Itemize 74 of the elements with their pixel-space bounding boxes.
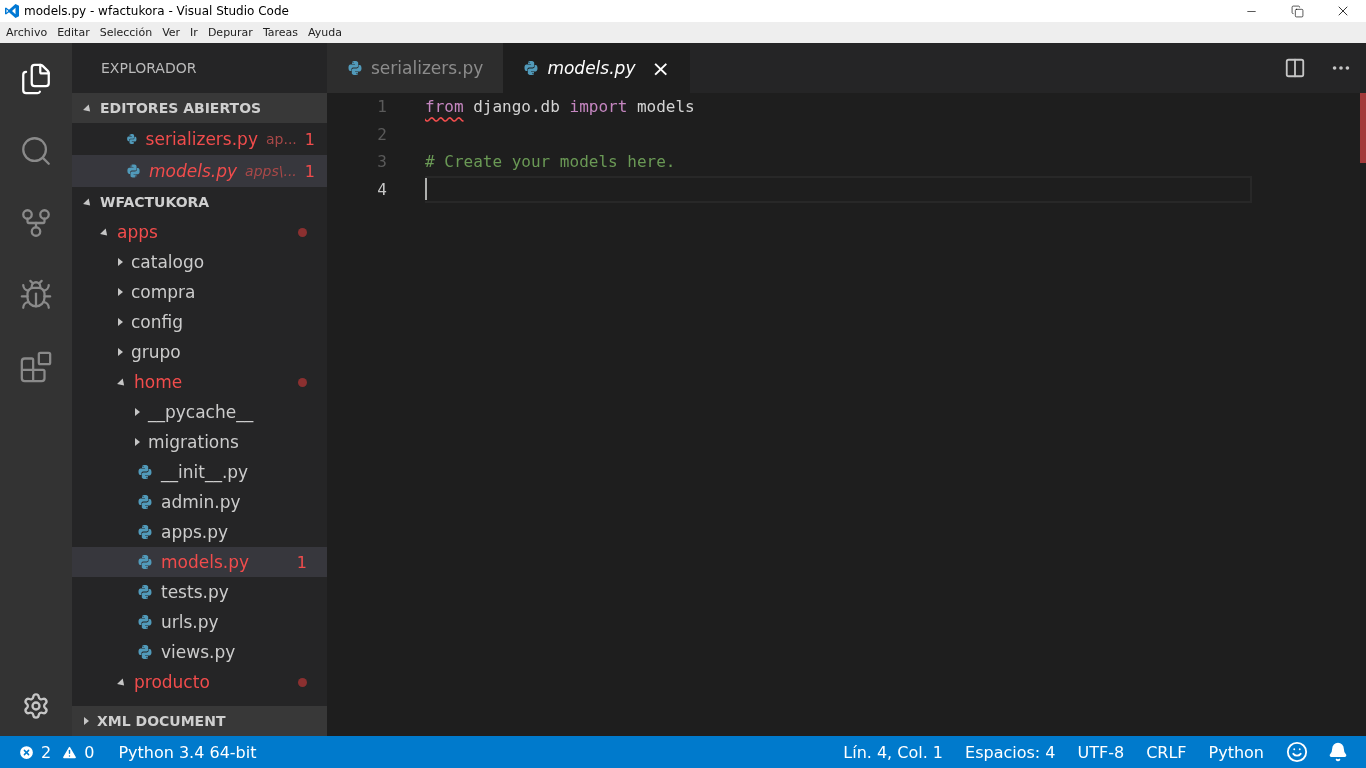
code-token: import [569,97,628,117]
caret-icon [118,318,123,326]
warning-count[interactable]: 0 [84,742,95,762]
menu-item[interactable]: Ayuda [304,26,349,39]
feedback-icon[interactable] [1286,741,1308,763]
menu-item[interactable]: Ver [158,26,187,39]
window-title: models.py - wfactukora - Visual Studio Code [24,4,290,18]
error-count[interactable]: 2 [41,742,52,762]
tree-item[interactable]: tests.py [72,577,327,607]
tree-item[interactable]: views.py [72,637,327,667]
editor-tab[interactable]: serializers.py [327,43,504,93]
notification-icon[interactable] [1328,742,1348,762]
error-marker [1360,93,1366,163]
code-token: models [635,97,695,117]
status-item[interactable]: Python [1208,742,1264,762]
close-tab-button[interactable]: × [651,55,670,81]
tree-item[interactable]: apps [72,217,327,247]
status-item[interactable]: CRLF [1146,742,1187,762]
split-editor-icon[interactable] [1284,57,1306,79]
code-token: from [425,97,464,117]
python-file-icon [347,60,363,76]
menu-item[interactable]: Selección [95,26,159,39]
tree-item[interactable]: __init__.py [72,457,327,487]
caret-icon [118,258,123,266]
tree-item[interactable]: catalogo [72,247,327,277]
python-file-icon [137,554,153,570]
caret-icon [135,408,140,416]
tree-item[interactable]: config [72,307,327,337]
section-header[interactable]: XML DOCUMENT [72,706,327,736]
line-number: 4 [376,179,387,199]
python-file-icon [523,60,540,76]
line-number: 1 [376,97,387,117]
tree-item[interactable]: __pycache__ [72,397,327,427]
text-cursor [425,178,427,201]
status-item[interactable]: Espacios: 4 [965,742,1056,762]
section-header[interactable]: EDITORES ABIERTOS [72,93,327,123]
python-file-icon [137,464,153,480]
python-file-icon [137,524,153,540]
python-file-icon [126,163,142,179]
tree-item[interactable]: migrations [72,427,327,457]
menu-item[interactable]: Editar [53,26,96,39]
app-logo-icon [4,3,20,19]
open-editor-item[interactable]: serializers.py ap... 1 [72,123,327,155]
tree-item[interactable]: home [72,367,327,397]
tree-item[interactable]: producto [72,667,327,697]
restore-icon[interactable] [1290,4,1304,18]
menu-item[interactable]: Depurar [203,26,259,39]
tree-item[interactable]: grupo [72,337,327,367]
interpreter-selector[interactable]: Python 3.4 64-bit [118,742,257,762]
tree-item[interactable]: admin.py [72,487,327,517]
python-file-icon [137,644,153,660]
python-file-icon [126,131,138,147]
python-file-icon [137,584,153,600]
sidebar-title: EXPLORADOR [100,59,198,78]
status-item[interactable]: Lín. 4, Col. 1 [843,742,944,762]
code-token: # Create your models here. [425,152,676,172]
menu-item[interactable]: Archivo [2,26,54,39]
tree-item[interactable]: apps.py [72,517,327,547]
menu-item[interactable]: Tareas [258,26,305,39]
menu-item[interactable]: Ir [186,26,204,39]
line-number: 2 [376,124,387,144]
tree-item[interactable]: urls.py [72,607,327,637]
python-file-icon [137,494,153,510]
warning-icon[interactable] [61,743,79,761]
line-number: 3 [376,152,387,172]
caret-icon [135,438,140,446]
tree-item[interactable]: compra [72,277,327,307]
editor-tab[interactable]: models.py × [503,43,690,93]
error-icon[interactable] [18,743,35,761]
caret-icon [118,348,123,356]
status-item[interactable]: UTF-8 [1077,742,1125,762]
caret-icon [118,288,123,296]
python-file-icon [137,614,153,630]
code-token: django.db [472,97,561,117]
